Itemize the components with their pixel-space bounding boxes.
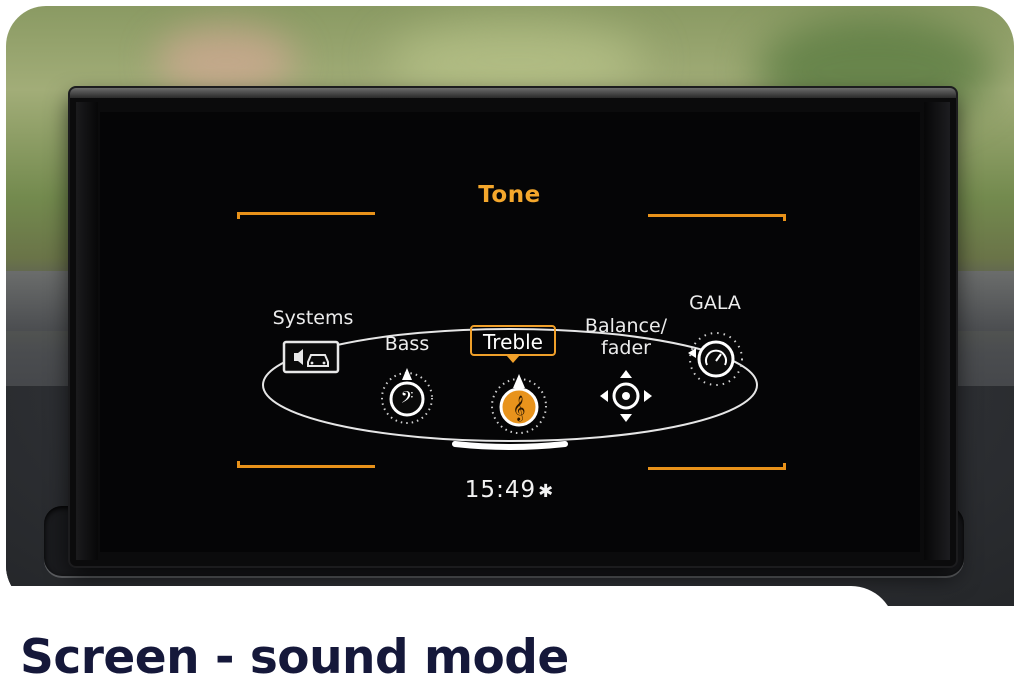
menu-item-balance-fader-label: Balance/ fader (584, 315, 668, 359)
menu-item-bass-label: Bass (384, 333, 430, 355)
clock-time: 15:49 (464, 477, 537, 503)
caption-title: Screen - sound mode (20, 630, 569, 685)
svg-text:𝄞: 𝄞 (512, 395, 525, 421)
menu-item-treble-label[interactable]: Treble (470, 325, 556, 356)
bass-clef-knob-icon[interactable]: 𝄢 (375, 362, 439, 426)
gala-speedometer-icon[interactable] (682, 325, 752, 387)
clock-status: 15:49 ✱ (0, 477, 1019, 503)
selection-pointer (506, 355, 520, 363)
speaker-car-icon[interactable] (282, 340, 340, 374)
bluetooth-icon: ✱ (538, 481, 555, 502)
treble-clef-knob-icon[interactable]: 𝄞 (484, 368, 554, 438)
svg-text:𝄢: 𝄢 (401, 387, 414, 411)
menu-item-systems-label: Systems (272, 307, 354, 329)
balance-fader-icon[interactable] (598, 368, 654, 424)
menu-item-gala-label: GALA (689, 292, 741, 314)
